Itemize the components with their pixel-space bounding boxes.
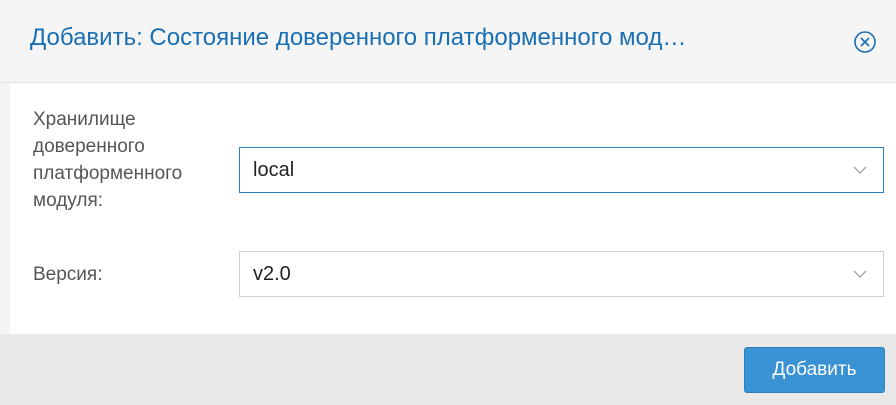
add-tpm-state-dialog: Добавить: Состояние доверенного платформ… bbox=[0, 0, 896, 405]
storage-label: Хранилище доверенного платформенного мод… bbox=[33, 109, 183, 211]
version-select-value: v2.0 bbox=[253, 263, 291, 285]
dialog-body: Хранилище доверенного платформенного мод… bbox=[10, 83, 896, 334]
add-button[interactable]: Добавить bbox=[744, 347, 885, 393]
chevron-down-icon[interactable] bbox=[853, 267, 867, 281]
dialog-footer: Добавить bbox=[0, 334, 896, 405]
storage-select-value: local bbox=[253, 159, 295, 181]
dialog-titlebar: Добавить: Состояние доверенного платформ… bbox=[0, 0, 896, 83]
close-icon[interactable] bbox=[853, 30, 877, 54]
chevron-down-icon[interactable] bbox=[853, 163, 867, 177]
storage-select[interactable]: local bbox=[239, 147, 884, 193]
version-select[interactable]: v2.0 bbox=[239, 251, 884, 297]
dialog-title: Добавить: Состояние доверенного платформ… bbox=[30, 24, 687, 51]
version-label: Версия: bbox=[33, 264, 103, 285]
